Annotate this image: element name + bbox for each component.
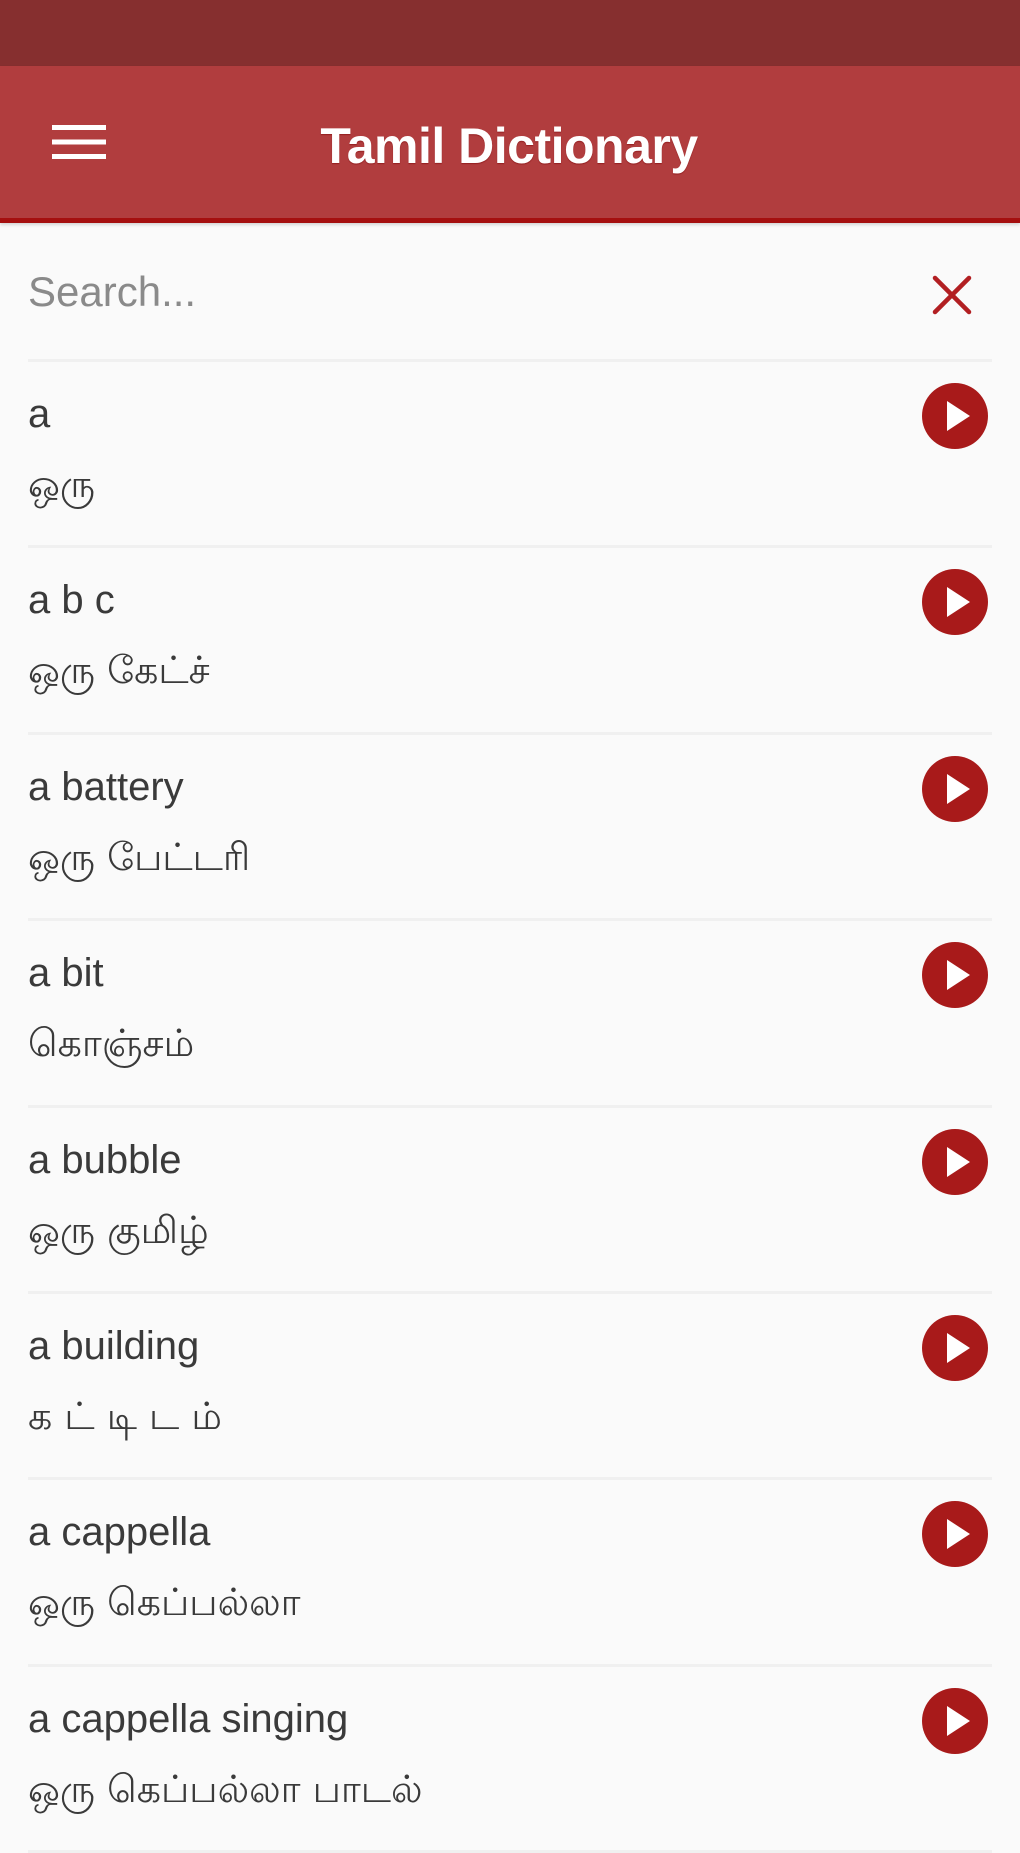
tamil-translation: ஒரு கெப்பல்லா (28, 1580, 301, 1625)
english-word: a bit (28, 951, 104, 996)
play-pronunciation-button[interactable] (920, 567, 990, 637)
close-icon (932, 275, 972, 315)
app-bar: Tamil Dictionary (0, 66, 1020, 223)
play-pronunciation-button[interactable] (920, 381, 990, 451)
word-list-item[interactable]: a cappella ஒரு கெப்பல்லா (0, 1480, 1020, 1667)
word-list-item[interactable]: a bit கொஞ்சம் (0, 921, 1020, 1108)
play-circle-icon (922, 1501, 988, 1568)
word-list: a ஒரு a b c ஒரு கேட்ச் a battery ஒரு பேட… (0, 362, 1020, 1853)
english-word: a b c (28, 578, 115, 623)
tamil-translation: க ட் டி ட ம் (28, 1393, 222, 1438)
english-word: a cappella (28, 1510, 211, 1555)
play-circle-icon (922, 383, 988, 449)
english-word: a bubble (28, 1137, 182, 1182)
tamil-translation: ஒரு பேட்டரி (28, 834, 251, 879)
tamil-translation: கொஞ்சம் (28, 1021, 195, 1066)
play-pronunciation-button[interactable] (920, 940, 990, 1010)
search-input[interactable] (28, 261, 878, 323)
tamil-translation: ஒரு குமிழ் (28, 1207, 209, 1252)
word-list-item[interactable]: a ஒரு (0, 362, 1020, 549)
word-list-item[interactable]: a bubble ஒரு குமிழ் (0, 1108, 1020, 1294)
tamil-translation: ஒரு கெப்பல்லா பாடல் (28, 1766, 423, 1811)
play-circle-icon (922, 1314, 988, 1381)
tamil-translation: ஒரு கேட்ச் (28, 648, 210, 693)
tamil-translation: ஒரு (28, 462, 96, 506)
play-pronunciation-button[interactable] (920, 1686, 990, 1756)
word-list-item[interactable]: a cappella singing ஒரு கெப்பல்லா பாடல் (0, 1667, 1020, 1853)
english-word: a cappella singing (28, 1696, 349, 1741)
play-circle-icon (922, 942, 988, 1009)
play-pronunciation-button[interactable] (920, 1499, 990, 1569)
english-word: a (28, 392, 51, 436)
play-circle-icon (922, 1687, 988, 1754)
play-circle-icon (922, 569, 988, 636)
word-list-item[interactable]: a b c ஒரு கேட்ச் (0, 548, 1020, 735)
play-circle-icon (922, 1128, 988, 1195)
clear-search-button[interactable] (922, 265, 982, 325)
status-bar (0, 0, 1020, 66)
play-pronunciation-button[interactable] (920, 1313, 990, 1383)
play-pronunciation-button[interactable] (920, 1127, 990, 1197)
play-pronunciation-button[interactable] (920, 754, 990, 824)
english-word: a battery (28, 764, 184, 809)
app-title: Tamil Dictionary (320, 118, 698, 174)
play-circle-icon (922, 755, 988, 822)
word-list-item[interactable]: a battery ஒரு பேட்டரி (0, 735, 1020, 922)
search-bar (0, 223, 1020, 362)
english-word: a building (28, 1323, 200, 1368)
word-list-item[interactable]: a building க ட் டி ட ம் (0, 1294, 1020, 1481)
